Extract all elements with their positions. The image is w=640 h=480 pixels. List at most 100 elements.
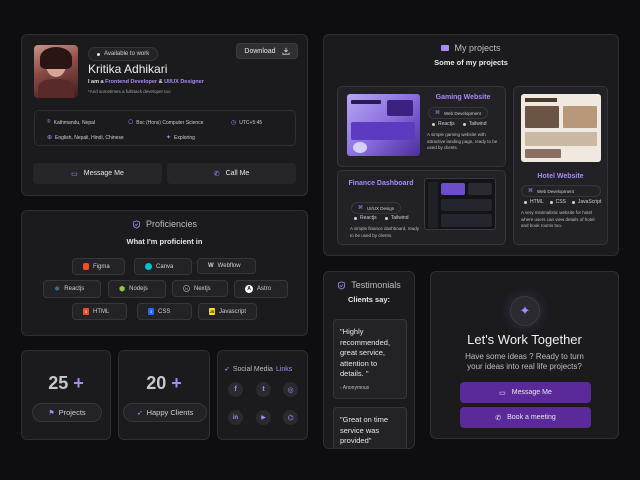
testimonial-item: "Great on time service was provided" [333,407,407,448]
profile-role: I am a Frontend Developer & UI/UX Design… [88,79,204,85]
cta-line1: Have some ideas ? Ready to turn [465,352,584,361]
avatar [34,45,78,98]
code-icon: ⌘ [358,205,363,211]
skill-canva: Canva [134,258,192,275]
map-pin-icon: ⌾ [47,119,51,125]
info-timezone: ◷ UTC+5:45 [231,119,263,127]
testimonial-item: "Highly recommended, great service, atte… [333,319,407,399]
skill-nodejs: ⬢ Nodejs [108,280,166,298]
briefcase-icon [441,45,450,51]
projects-subtitle: Some of my projects [434,58,508,67]
finance-tags: Reactjs Tailwind [354,215,408,221]
html5-icon: 5 [83,308,89,315]
bullet-icon [354,216,357,220]
nextjs-icon: N [183,285,190,292]
gaming-preview [347,94,420,156]
finance-title: Finance Dashboard [348,180,414,187]
nodejs-icon: ⬢ [119,286,126,293]
sparkle-badge: ✦ [510,296,540,326]
availability-text: Available to work [104,51,150,57]
social-card: ➶ Social Media Links f t ◎ in ▶ ⌬ [217,350,308,440]
bullet-icon [432,122,435,126]
download-label: Download [244,47,276,55]
rocket-icon: ➶ [136,409,143,417]
skill-astro: A Astro [234,280,288,298]
testimonial-quote: "Highly recommended, great service, atte… [340,327,391,378]
skill-html: 5 HTML [72,303,127,320]
project-finance[interactable]: Finance Dashboard ⌘ UI/UX Design Reactjs… [337,170,506,245]
testimonials-header: Testimonials [324,280,414,290]
info-location: ⌾ Kathmandu, Nepal [47,119,96,126]
cta-line2: your ideas into real life projects? [467,362,582,371]
bullet-icon [571,200,575,204]
instagram-icon: ◎ [287,386,294,394]
proficiencies-card: Proficiencies What I'm proficient in Fig… [21,210,308,336]
linkedin-icon: in [232,414,239,421]
hotel-tags: HTML CSS JavaScript [524,199,601,205]
code-icon: ⌘ [528,188,533,194]
finance-desc: A simple finance dashboard, ready to be … [350,226,420,238]
info-education: ⎔ Bsc (Hons) Computer Science [128,119,204,127]
finance-preview [424,178,496,230]
bullet-icon [384,216,388,220]
social-facebook-link[interactable]: f [228,382,243,397]
book-meeting-label: Book a meeting [507,414,556,421]
testimonial-author: - Anonymous [340,385,370,391]
gaming-desc: A simple gaming website with attractive … [427,132,498,151]
cta-title: Let's Work Together [467,332,582,347]
css3-icon: 3 [148,308,154,315]
skill-webflow: W Webflow [197,258,256,274]
bullet-icon [462,122,466,126]
message-me-button[interactable]: ▭ Message Me [33,163,162,184]
projects-count: 25 + [48,373,84,393]
clients-stat-card: 20 + ➶ Happy Clients [118,350,210,440]
github-icon: ⌬ [287,414,294,422]
phone-icon: ✆ [495,414,502,422]
proficiencies-title: Proficiencies [145,219,198,229]
social-instagram-link[interactable]: ◎ [283,382,298,397]
proficiencies-header: Proficiencies [22,219,307,229]
profile-tagline: *And sometimes a fullstack developer too [88,89,171,94]
graduation-cap-icon: ⎔ [128,120,134,126]
skill-reactjs: ⚛ Reactjs [43,280,101,298]
social-linkedin-link[interactable]: in [228,410,243,425]
testimonials-title: Testimonials [351,280,401,290]
profile-info-box: ⌾ Kathmandu, Nepal ⎔ Bsc (Hons) Computer… [34,110,296,146]
book-meeting-button[interactable]: ✆ Book a meeting [460,407,591,428]
social-youtube-link[interactable]: ▶ [256,410,271,425]
phone-icon: ✆ [213,170,220,178]
projects-stat-card: 25 + ⚑ Projects [21,350,111,440]
astro-icon: A [245,285,253,293]
code-icon: ⌘ [435,110,440,116]
download-button[interactable]: Download [236,43,298,59]
project-hotel[interactable]: Hotel Website ⌘ Web Development HTML CSS… [513,86,608,245]
cta-message-button[interactable]: ▭ Message Me [460,382,591,403]
info-languages: ⊕ English, Nepali, Hindi, Chinese [47,134,124,142]
info-exploring: ✦ Exploring [166,134,195,142]
figma-icon [83,263,89,270]
project-gaming[interactable]: Gaming Website ⌘ Web Development Reactjs… [337,86,506,167]
hotel-title: Hotel Website [537,173,584,180]
clients-count: 20 + [146,373,182,393]
react-icon: ⚛ [54,286,61,293]
twitter-icon: t [262,386,265,393]
projects-stat-label: ⚑ Projects [32,403,102,422]
hotel-category: ⌘ Web Development [521,185,601,197]
clock-icon: ◷ [231,120,237,126]
message-me-label: Message Me [83,170,124,177]
shield-check-icon [132,219,141,229]
hotel-desc: A very minimalistic website for hotel wh… [521,210,595,229]
profile-name: Kritika Adhikari [88,62,168,76]
projects-header: My projects [324,43,618,53]
clients-stat-label: ➶ Happy Clients [123,403,207,422]
rocket-icon: ➶ [224,366,230,373]
chat-icon: ▭ [499,389,506,397]
globe-icon: ⊕ [47,135,53,141]
social-twitter-link[interactable]: t [256,382,271,397]
finance-category: ⌘ UI/UX Design [351,202,402,214]
download-icon [281,47,290,55]
social-github-link[interactable]: ⌬ [283,410,298,425]
sparkle-icon: ✦ [519,303,531,318]
call-me-button[interactable]: ✆ Call Me [167,163,296,184]
gaming-category: ⌘ Web Development [428,107,488,119]
